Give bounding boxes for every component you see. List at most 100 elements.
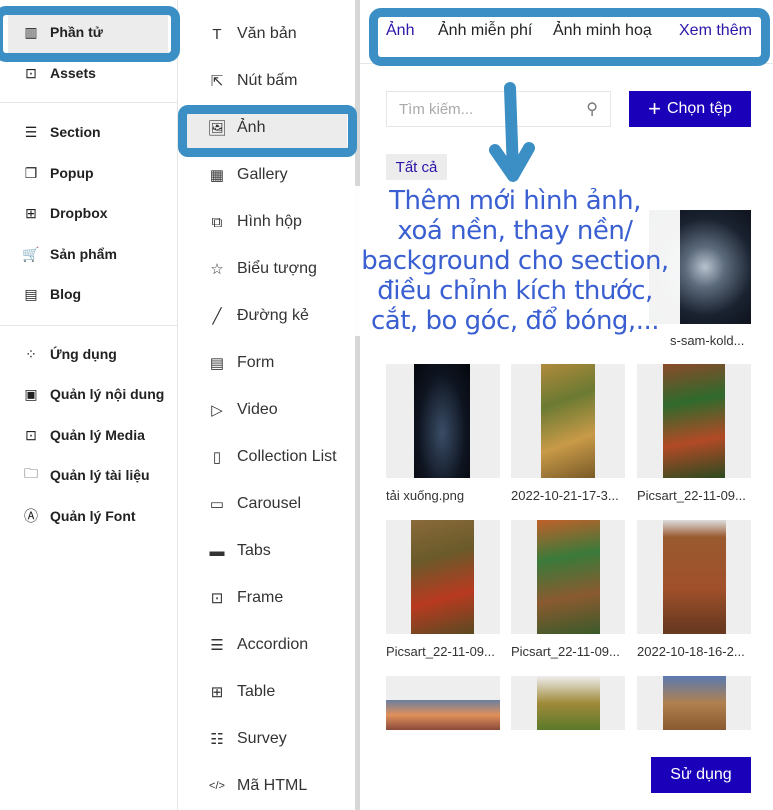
accordion-icon: ☰ (210, 637, 224, 654)
apps-icon: ⁘ (25, 345, 37, 362)
file-name: tải xuống.png (386, 488, 465, 503)
label: Mã HTML (237, 777, 308, 794)
bookmark-icon: ⊡ (25, 64, 37, 81)
annotation-outline-image (178, 105, 357, 157)
element-item-frame[interactable]: ⊡ Frame (207, 589, 284, 607)
divider (0, 325, 178, 326)
annotation-line: background cho section, (361, 246, 669, 276)
annotation-text: Thêm mới hình ảnh, xoá nền, thay nền/ ba… (350, 186, 680, 336)
sidebar-item-assets[interactable]: ⊡ Assets (22, 64, 96, 82)
label: Collection List (237, 448, 337, 465)
sidebar-item-media[interactable]: ⊡ Quản lý Media (22, 427, 145, 444)
shape-icon: ⧉ (211, 213, 223, 231)
label: Đường kẻ (237, 307, 309, 324)
sidebar-item-section[interactable]: ☰ Section (22, 123, 101, 141)
sidebar-item-popup[interactable]: ❐ Popup (22, 164, 94, 182)
font-icon: Ⓐ (24, 508, 38, 524)
popup-icon: ❐ (24, 164, 38, 181)
image-thumb[interactable] (511, 676, 625, 730)
element-item-tabs[interactable]: ▬ Tabs (207, 542, 271, 560)
element-item-form[interactable]: ▤ Form (207, 354, 274, 372)
label: Quản lý tài liệu (50, 467, 150, 483)
image-thumb[interactable] (511, 520, 625, 634)
element-item-văn-bản[interactable]: T Văn bản (207, 25, 297, 43)
carousel-icon: ▭ (209, 496, 225, 513)
image-thumb[interactable] (637, 520, 751, 634)
filter-all-chip[interactable]: Tất cả (386, 154, 447, 180)
element-item-biểu-tượng[interactable]: ☆ Biểu tượng (207, 260, 317, 278)
file-name: 2022-10-18-16-2... (637, 644, 745, 659)
annotation-outline-elements (0, 6, 180, 62)
sidebar-item-documents[interactable]: 🗀 Quản lý tài liệu (22, 465, 150, 483)
image-thumb[interactable] (386, 364, 500, 478)
video-icon: ▷ (211, 402, 223, 419)
label: Văn bản (237, 25, 297, 42)
label: Frame (237, 589, 284, 606)
blog-icon: ▤ (24, 285, 38, 302)
collection-icon: ▯ (212, 449, 222, 466)
label: Biểu tượng (237, 260, 317, 277)
element-item-đường-kẻ[interactable]: ╱ Đường kẻ (207, 307, 309, 325)
frame-icon: ⊡ (210, 590, 224, 607)
label: Gallery (237, 166, 288, 183)
upload-label: Chọn tệp (666, 100, 732, 117)
element-item-hình-hộp[interactable]: ⧉ Hình hộp (207, 213, 302, 231)
search-placeholder: Tìm kiếm... (399, 100, 474, 118)
cart-icon: 🛒 (22, 245, 40, 262)
dropbox-icon: ⊞ (25, 204, 37, 221)
code-icon: </> (209, 780, 225, 792)
image-panel: Ảnh Ảnh miễn phí Ảnh minh hoạ Xem thêm T… (360, 0, 773, 810)
use-button[interactable]: Sử dụng (651, 757, 751, 793)
element-item-video[interactable]: ▷ Video (207, 401, 277, 419)
sidebar-item-apps[interactable]: ⁘ Ứng dụng (22, 345, 117, 363)
arrow-down-icon (489, 82, 535, 182)
annotation-outline-tabs (369, 8, 770, 66)
label: Assets (50, 65, 96, 81)
element-item-carousel[interactable]: ▭ Carousel (207, 495, 301, 513)
button-icon: ⇱ (210, 73, 224, 90)
divider (0, 102, 178, 103)
element-item-table[interactable]: ⊞ Table (207, 683, 276, 701)
label: Survey (237, 730, 287, 747)
annotation-line: xoá nền, thay nền/ (397, 216, 633, 246)
element-item-survey[interactable]: ☷ Survey (207, 730, 287, 748)
main-sidebar: ▥ Phần tử ⊡ Assets ☰ Section ❐ Popup ⊞ Dropbo… (0, 0, 178, 810)
label: Tabs (237, 542, 271, 559)
upload-button[interactable]: + Chọn tệp (629, 91, 751, 127)
file-name: s-sam-kold... (670, 333, 745, 348)
image-thumb[interactable] (386, 676, 500, 730)
image-thumb[interactable] (637, 676, 751, 730)
content-icon: ▣ (24, 385, 38, 402)
element-item-mã-html[interactable]: </> Mã HTML (207, 777, 307, 795)
star-icon: ☆ (210, 261, 224, 278)
image-thumb[interactable] (386, 520, 500, 634)
sidebar-item-blog[interactable]: ▤ Blog (22, 285, 81, 303)
annotation-line: điều chỉnh kích thước, (377, 276, 653, 306)
element-item-collection-list[interactable]: ▯ Collection List (207, 448, 337, 466)
form-icon: ▤ (209, 355, 225, 372)
sidebar-item-dropbox[interactable]: ⊞ Dropbox (22, 204, 108, 222)
label: Sản phẩm (50, 246, 117, 262)
image-thumb[interactable] (511, 364, 625, 478)
survey-icon: ☷ (210, 731, 224, 748)
section-icon: ☰ (24, 123, 38, 140)
image-thumb[interactable] (637, 364, 751, 478)
file-name: Picsart_22-11-09... (386, 644, 495, 659)
sidebar-item-fonts[interactable]: Ⓐ Quản lý Font (22, 508, 136, 524)
label: Hình hộp (237, 213, 302, 230)
tabs-icon: ▬ (209, 542, 225, 560)
sidebar-item-content[interactable]: ▣ Quản lý nội dung (22, 385, 164, 403)
element-item-gallery[interactable]: ▦ Gallery (207, 166, 288, 184)
plus-icon: + (648, 96, 661, 121)
element-item-nút-bấm[interactable]: ⇱ Nút bấm (207, 72, 298, 90)
annotation-line: Thêm mới hình ảnh, (389, 186, 641, 216)
file-name: Picsart_22-11-09... (511, 644, 620, 659)
label: Ứng dụng (50, 346, 117, 362)
line-icon: ╱ (212, 308, 222, 325)
sidebar-item-products[interactable]: 🛒 Sản phẩm (22, 245, 117, 263)
element-item-accordion[interactable]: ☰ Accordion (207, 636, 308, 654)
label: Dropbox (50, 205, 108, 221)
table-icon: ⊞ (210, 684, 224, 701)
label: Form (237, 354, 275, 371)
label: Table (237, 683, 276, 700)
